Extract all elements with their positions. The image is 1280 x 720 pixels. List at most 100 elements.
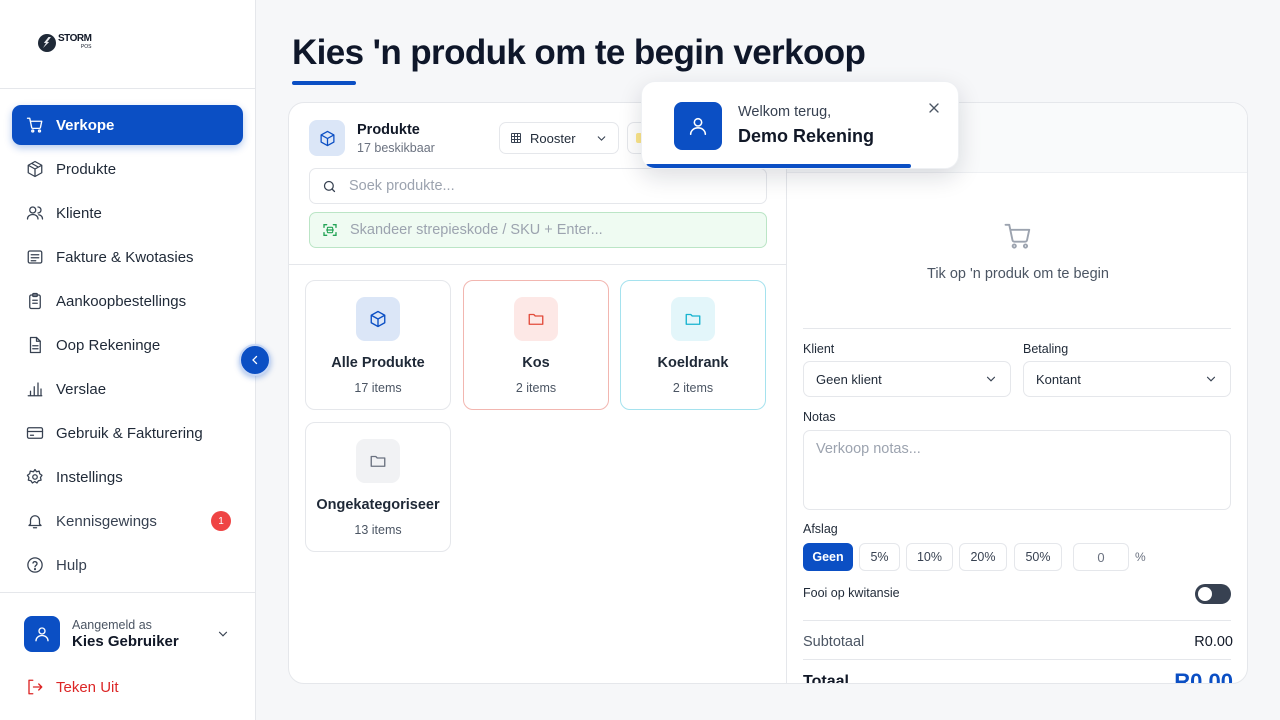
cart-icon xyxy=(1004,223,1031,249)
discount-20-button[interactable]: 20% xyxy=(959,543,1007,571)
products-count: 17 beskikbaar xyxy=(357,141,435,155)
chevron-down-icon xyxy=(1206,376,1216,382)
document-icon xyxy=(26,336,44,354)
notification-badge: 1 xyxy=(211,511,231,531)
search-icon xyxy=(323,180,336,192)
view-mode-value: Rooster xyxy=(530,130,576,146)
subtotal-value: R0.00 xyxy=(1194,634,1233,650)
chevron-left-icon xyxy=(252,355,258,365)
logout-icon xyxy=(28,679,43,695)
discount-none-button[interactable]: Geen xyxy=(803,543,853,571)
logout-label: Teken Uit xyxy=(56,678,119,696)
products-title: Produkte xyxy=(357,122,420,138)
sidebar-item-oop-rekeninge[interactable]: Oop Rekeninge xyxy=(12,325,243,365)
sidebar: STORM POS Verkope Produkte Kliente Faktur… xyxy=(0,0,256,720)
category-count: 2 items xyxy=(672,381,714,395)
category-count: 2 items xyxy=(515,381,557,395)
tip-label: Fooi op kwitansie xyxy=(803,586,900,600)
bell-icon xyxy=(26,512,44,530)
payment-value: Kontant xyxy=(1036,371,1081,387)
subtotal-label: Subtotaal xyxy=(803,634,865,650)
sidebar-item-produkte[interactable]: Produkte xyxy=(12,149,243,189)
help-circle-icon xyxy=(26,556,44,574)
package-icon xyxy=(356,297,400,341)
sidebar-item-label: Aankoopbestellings xyxy=(56,292,187,310)
discount-unit: % xyxy=(1135,550,1146,564)
sidebar-item-label: Hulp xyxy=(56,556,87,574)
search-input[interactable] xyxy=(349,178,729,194)
category-name: Alle Produkte xyxy=(331,355,425,371)
clipboard-icon xyxy=(26,292,44,310)
category-card-ongekategoriseer[interactable]: Ongekategoriseer 13 items xyxy=(305,422,451,552)
invoice-icon xyxy=(26,248,44,266)
sidebar-item-aankoopbestellings[interactable]: Aankoopbestellings xyxy=(12,281,243,321)
payment-select[interactable]: Kontant xyxy=(1023,361,1231,397)
custom-discount-input[interactable] xyxy=(1073,543,1129,571)
sidebar-item-hulp[interactable]: Hulp xyxy=(12,545,243,585)
discount-5-button[interactable]: 5% xyxy=(859,543,900,571)
sidebar-item-fakture[interactable]: Fakture & Kwotasies xyxy=(12,237,243,277)
toast-name: Demo Rekening xyxy=(738,126,875,146)
pane-divider xyxy=(289,264,787,265)
package-icon xyxy=(26,160,44,178)
sidebar-item-label: Produkte xyxy=(56,160,117,178)
logout-button[interactable]: Teken Uit xyxy=(26,678,119,696)
lightning-logo-icon xyxy=(38,34,56,52)
barcode-scan[interactable] xyxy=(309,212,767,248)
sidebar-item-gebruik-fakturering[interactable]: Gebruik & Fakturering xyxy=(12,413,243,453)
products-pane: Produkte 17 beskikbaar Rooster Alle Prod… xyxy=(289,103,787,683)
sidebar-item-label: Instellings xyxy=(56,468,123,486)
sidebar-item-label: Verslae xyxy=(56,380,107,398)
sidebar-item-verkope[interactable]: Verkope xyxy=(12,105,243,145)
client-label: Klient xyxy=(803,342,835,356)
view-mode-select[interactable]: Rooster xyxy=(499,122,619,154)
brand-sub: POS xyxy=(80,44,92,50)
sidebar-item-verslae[interactable]: Verslae xyxy=(12,369,243,409)
client-select[interactable]: Geen klient xyxy=(803,361,1011,397)
product-search[interactable] xyxy=(309,168,767,204)
category-card-koeldrank[interactable]: Koeldrank 2 items xyxy=(620,280,766,410)
notes-input[interactable] xyxy=(803,430,1231,510)
barcode-input[interactable] xyxy=(350,222,730,238)
chevron-down-icon xyxy=(597,135,606,141)
sidebar-item-kliente[interactable]: Kliente xyxy=(12,193,243,233)
payment-label: Betaling xyxy=(1023,342,1069,356)
category-name: Ongekategoriseer xyxy=(316,497,440,513)
sidebar-nav: Verkope Produkte Kliente Fakture & Kwota… xyxy=(12,105,243,589)
category-card-kos[interactable]: Kos 2 items xyxy=(463,280,609,410)
divider xyxy=(803,659,1231,660)
user-icon xyxy=(35,627,49,642)
folder-icon xyxy=(356,439,400,483)
welcome-toast: Welkom terug, Demo Rekening xyxy=(641,81,959,169)
user-switcher[interactable]: Aangemeld as Kies Gebruiker xyxy=(24,614,234,654)
tip-toggle[interactable] xyxy=(1195,584,1231,604)
sidebar-divider xyxy=(0,88,256,89)
cart-icon xyxy=(26,116,44,134)
sidebar-item-instellings[interactable]: Instellings xyxy=(12,457,243,497)
user-icon xyxy=(689,117,707,136)
divider xyxy=(803,328,1231,329)
page-title: Kies 'n produk om te begin verkoop xyxy=(292,33,866,72)
cart-pane: p e Tik op 'n produk om te begin Klient … xyxy=(787,103,1247,684)
folder-icon xyxy=(514,297,558,341)
sidebar-divider xyxy=(0,592,256,593)
divider xyxy=(803,620,1231,621)
discount-50-button[interactable]: 50% xyxy=(1014,543,1062,571)
toast-greeting: Welkom terug, xyxy=(738,104,832,120)
user-caption: Aangemeld as xyxy=(72,618,152,632)
sidebar-item-label: Gebruik & Fakturering xyxy=(56,424,203,442)
scan-icon xyxy=(323,224,337,236)
category-count: 17 items xyxy=(354,381,402,395)
brand-logo[interactable]: STORM POS xyxy=(38,34,92,52)
notes-label: Notas xyxy=(803,410,836,424)
category-name: Koeldrank xyxy=(657,355,729,371)
discount-10-button[interactable]: 10% xyxy=(906,543,953,571)
collapse-sidebar-button[interactable] xyxy=(239,344,271,376)
category-card-alle-produkte[interactable]: Alle Produkte 17 items xyxy=(305,280,451,410)
total-value: R0.00 xyxy=(1174,669,1233,684)
sidebar-item-kennisgewings[interactable]: Kennisgewings 1 xyxy=(12,501,243,541)
chevron-down-icon xyxy=(986,376,996,382)
users-icon xyxy=(26,204,44,222)
close-icon[interactable] xyxy=(926,100,942,116)
avatar xyxy=(674,102,722,150)
